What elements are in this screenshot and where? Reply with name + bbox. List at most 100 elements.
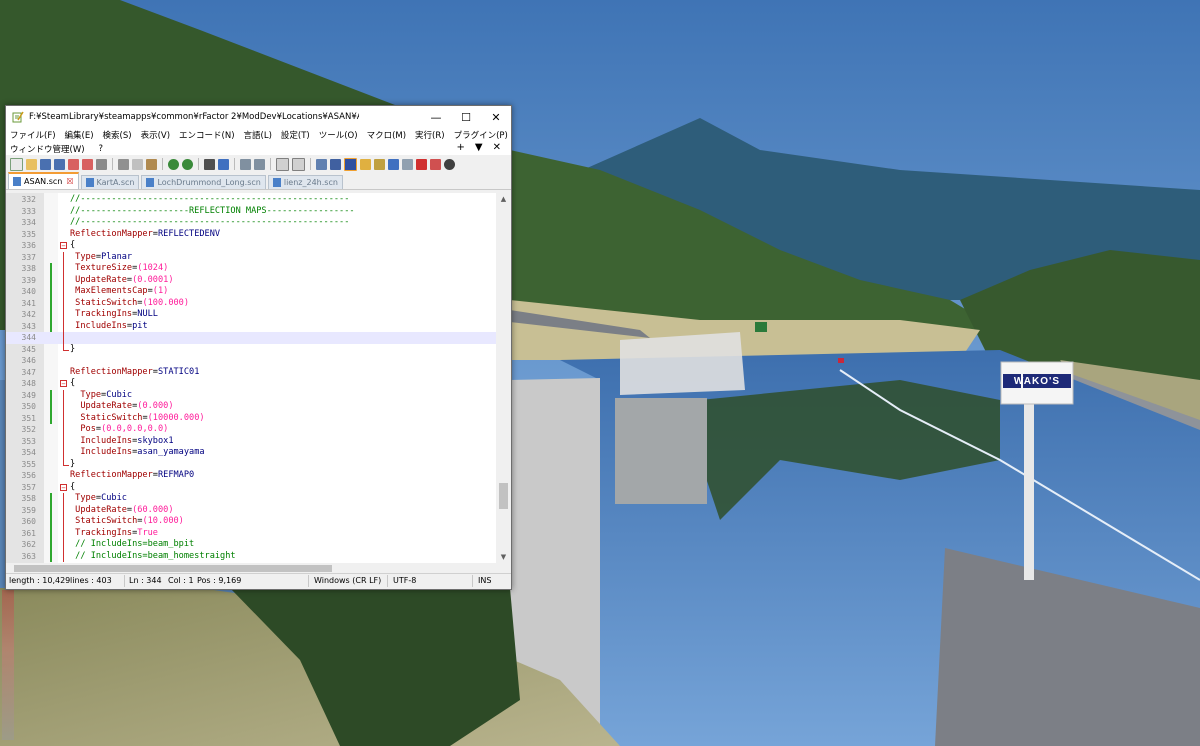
code-line[interactable]: 359 UpdateRate=(60.000)	[6, 504, 496, 516]
copy-icon[interactable]	[132, 158, 143, 170]
code-line[interactable]: 344	[6, 332, 496, 344]
change-marker	[50, 550, 52, 562]
code-line[interactable]: 342 TrackingIns=NULL	[6, 309, 496, 321]
code-line[interactable]: 343 IncludeIns=pit	[6, 320, 496, 332]
scroll-down-icon[interactable]: ▼	[496, 553, 511, 561]
code-line[interactable]: 334 //-----------------------------------…	[6, 217, 496, 229]
replace-icon[interactable]	[218, 158, 229, 170]
code-line[interactable]: 338 TextureSize=(1024)	[6, 263, 496, 275]
sync-vertical-icon[interactable]	[276, 157, 289, 171]
folder-workspace-icon[interactable]	[402, 158, 413, 170]
vertical-scroll-thumb[interactable]	[499, 483, 508, 509]
find-icon[interactable]	[204, 158, 215, 170]
monitoring-icon[interactable]	[416, 158, 427, 170]
menu-file[interactable]: ファイル(F)	[10, 129, 56, 141]
menu-tools[interactable]: ツール(O)	[319, 129, 358, 141]
code-line[interactable]: 332 //-----------------------------------…	[6, 194, 496, 206]
tab-karta-scn[interactable]: KartA.scn	[80, 175, 140, 189]
fold-toggle-icon[interactable]: −	[60, 242, 67, 250]
tab-lienz-scn[interactable]: lienz_24h.scn	[267, 175, 343, 189]
word-wrap-icon[interactable]	[316, 158, 327, 170]
notepad-plus-plus-window[interactable]: F:¥SteamLibrary¥steamapps¥common¥rFactor…	[5, 105, 512, 590]
indent-guide-icon[interactable]	[344, 157, 357, 171]
code-line[interactable]: 345}	[6, 343, 496, 356]
zoom-out-icon[interactable]	[254, 158, 265, 170]
code-line[interactable]: 335 ReflectionMapper=REFLECTEDENV	[6, 229, 496, 241]
code-line[interactable]: 336 −{	[6, 240, 496, 252]
code-line[interactable]: 333 //---------------------REFLECTION MAP…	[6, 206, 496, 218]
redo-icon[interactable]	[182, 158, 193, 170]
minimize-button[interactable]: —	[421, 106, 451, 128]
code-line[interactable]: 348 −{	[6, 378, 496, 390]
show-all-chars-icon[interactable]	[330, 158, 341, 170]
code-line[interactable]: 358 Type=Cubic	[6, 493, 496, 505]
menu-view[interactable]: 表示(V)	[141, 129, 170, 141]
save-all-icon[interactable]	[54, 158, 65, 170]
code-line[interactable]: 347 ReflectionMapper=STATIC01	[6, 367, 496, 379]
playback-macro-icon[interactable]	[444, 158, 455, 170]
tab-asan-scn[interactable]: ASAN.scn ☒	[8, 172, 79, 189]
menu-plugins[interactable]: プラグイン(P)	[454, 129, 508, 141]
menu-edit[interactable]: 編集(E)	[65, 129, 94, 141]
close-all-icon[interactable]	[82, 158, 93, 170]
menu-window[interactable]: ウィンドウ管理(W)	[10, 143, 85, 155]
line-number: 352	[21, 425, 36, 434]
code-line[interactable]: 354 IncludeIns=asan_yamayama	[6, 447, 496, 459]
open-file-icon[interactable]	[26, 158, 37, 170]
menu-help[interactable]: ?	[99, 144, 104, 154]
code-line[interactable]: 363 // IncludeIns=beam_homestraight	[6, 550, 496, 562]
menu-language[interactable]: 言語(L)	[244, 129, 272, 141]
menu-run[interactable]: 実行(R)	[415, 129, 445, 141]
vertical-scrollbar[interactable]: ▲ ▼	[496, 193, 511, 563]
maximize-button[interactable]: ☐	[451, 106, 481, 128]
code-line[interactable]: 349 Type=Cubic	[6, 389, 496, 401]
fold-toggle-icon[interactable]: −	[60, 483, 67, 491]
zoom-in-icon[interactable]	[240, 158, 251, 170]
code-line[interactable]: 355}	[6, 458, 496, 471]
paste-icon[interactable]	[146, 158, 157, 170]
close-document-icon[interactable]: ✕	[493, 142, 501, 153]
code-line[interactable]: 362 // IncludeIns=beam_bpit	[6, 539, 496, 551]
new-tab-plus-icon[interactable]: +	[457, 142, 465, 153]
code-line[interactable]: 353 IncludeIns=skybox1	[6, 435, 496, 447]
code-line[interactable]: 340 MaxElementsCap=(1)	[6, 286, 496, 298]
tab-list-dropdown-icon[interactable]: ▼	[475, 142, 483, 153]
title-bar[interactable]: F:¥SteamLibrary¥steamapps¥common¥rFactor…	[6, 106, 511, 128]
code-line[interactable]: 337 Type=Planar	[6, 251, 496, 263]
code-line[interactable]: 360 StaticSwitch=(10.000)	[6, 516, 496, 528]
print-icon[interactable]	[96, 158, 107, 170]
menu-macro[interactable]: マクロ(M)	[367, 129, 406, 141]
function-list-icon[interactable]	[388, 158, 399, 170]
menu-settings[interactable]: 設定(T)	[281, 129, 310, 141]
udl-icon[interactable]	[360, 158, 371, 170]
code-line[interactable]: 341 StaticSwitch=(100.000)	[6, 297, 496, 309]
record-macro-icon[interactable]	[430, 158, 441, 170]
code-line[interactable]: 357 −{	[6, 482, 496, 494]
close-button[interactable]: ✕	[481, 106, 511, 128]
close-file-icon[interactable]	[68, 158, 79, 170]
text-editor[interactable]: 332 //-----------------------------------…	[6, 193, 511, 563]
sync-horizontal-icon[interactable]	[292, 157, 305, 171]
code-area[interactable]: 332 //-----------------------------------…	[6, 194, 496, 562]
menu-encoding[interactable]: エンコード(N)	[179, 129, 235, 141]
new-file-icon[interactable]	[10, 157, 23, 171]
code-text: UpdateRate=(0.000)	[70, 401, 174, 411]
tab-lochdrummond-scn[interactable]: LochDrummond_Long.scn	[141, 175, 266, 189]
code-line[interactable]: 339 UpdateRate=(0.0001)	[6, 274, 496, 286]
doc-map-icon[interactable]	[374, 158, 385, 170]
code-text: Pos=(0.0,0.0,0.0)	[70, 424, 169, 434]
menu-search[interactable]: 検索(S)	[103, 129, 132, 141]
code-line[interactable]: 346	[6, 355, 496, 367]
code-line[interactable]: 351 StaticSwitch=(10000.000)	[6, 412, 496, 424]
undo-icon[interactable]	[168, 158, 179, 170]
fold-toggle-icon[interactable]: −	[60, 380, 67, 388]
code-line[interactable]: 350 UpdateRate=(0.000)	[6, 401, 496, 413]
code-line[interactable]: 352 Pos=(0.0,0.0,0.0)	[6, 424, 496, 436]
save-icon[interactable]	[40, 158, 51, 170]
horizontal-scroll-thumb[interactable]	[14, 565, 332, 572]
tab-close-icon[interactable]: ☒	[66, 177, 73, 186]
cut-icon[interactable]	[118, 158, 129, 170]
code-line[interactable]: 361 TrackingIns=True	[6, 527, 496, 539]
code-line[interactable]: 356 ReflectionMapper=REFMAP0	[6, 470, 496, 482]
scroll-up-icon[interactable]: ▲	[496, 195, 511, 203]
